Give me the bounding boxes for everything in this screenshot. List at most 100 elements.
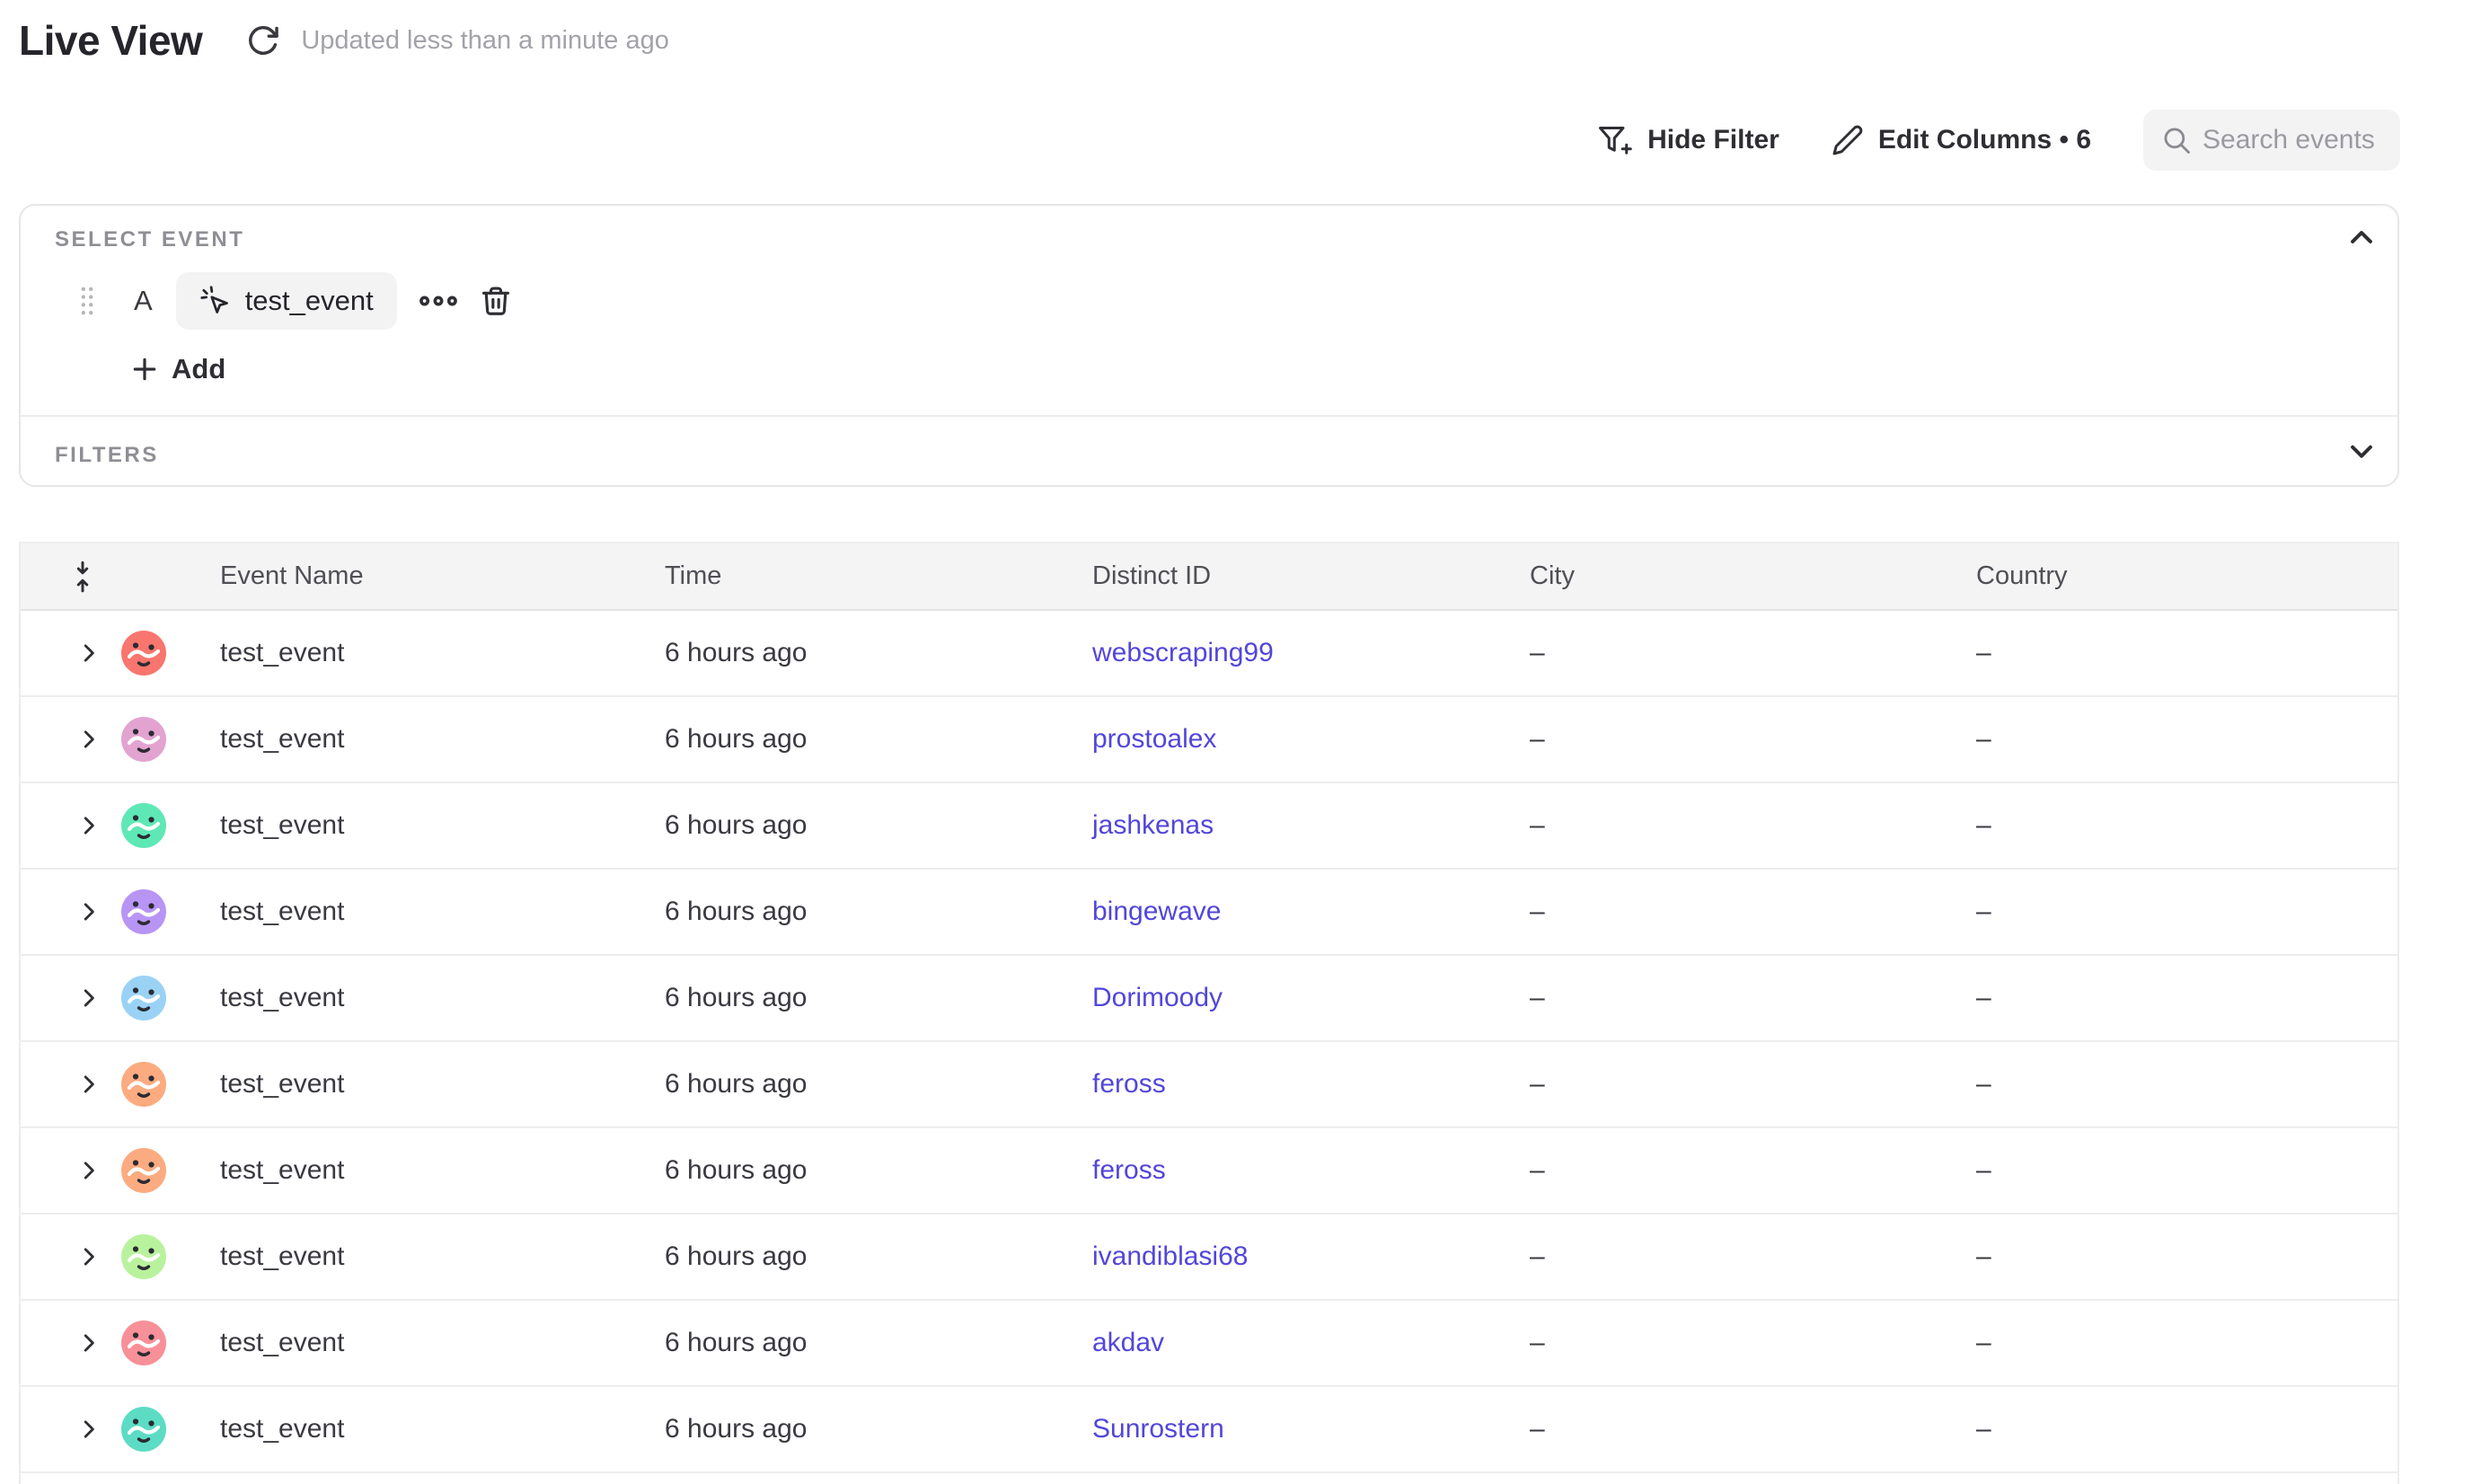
collapse-section-button[interactable] — [2342, 220, 2381, 256]
row-expand-button[interactable] — [71, 721, 107, 757]
chevron-right-icon — [77, 1073, 101, 1096]
event-row: A test_event — [78, 272, 517, 330]
event-name-cell: test_event — [220, 1241, 665, 1272]
column-header-event-name: Event Name — [220, 561, 665, 591]
drag-handle[interactable] — [78, 283, 100, 319]
table-row: test_event 6 hours ago Sunrostern – – — [21, 1387, 2397, 1473]
chevron-down-icon — [2346, 436, 2377, 466]
column-header-country: Country — [1976, 561, 2397, 591]
table-row: test_event 6 hours ago akdav – – — [21, 1301, 2397, 1387]
chevron-right-icon — [77, 814, 101, 837]
search-icon — [2161, 125, 2192, 155]
distinct-id-link[interactable]: akdav — [1092, 1328, 1164, 1357]
city-cell: – — [1530, 724, 1976, 755]
table-row: test_event 6 hours ago Dorimoody – – — [21, 956, 2397, 1042]
chevron-up-icon — [2346, 222, 2377, 252]
user-avatar — [121, 803, 220, 848]
chevron-right-icon — [77, 900, 101, 923]
event-chip[interactable]: test_event — [176, 272, 397, 330]
hide-filter-button[interactable]: Hide Filter — [1597, 124, 1779, 156]
time-cell: 6 hours ago — [665, 1328, 1092, 1358]
pencil-icon — [1832, 124, 1864, 156]
search-box — [2143, 110, 2400, 171]
row-expand-button[interactable] — [71, 808, 107, 844]
city-cell: – — [1530, 1241, 1976, 1272]
collapse-all-button[interactable] — [71, 560, 94, 594]
column-header-distinct-id: Distinct ID — [1092, 561, 1530, 591]
expand-filters-button[interactable] — [2342, 434, 2381, 470]
user-avatar — [121, 1321, 220, 1365]
hide-filter-label: Hide Filter — [1647, 125, 1779, 155]
plus-icon — [130, 355, 159, 384]
time-cell: 6 hours ago — [665, 897, 1092, 927]
distinct-id-link[interactable]: feross — [1092, 1155, 1166, 1185]
column-header-city: City — [1530, 561, 1976, 591]
query-builder-card: SELECT EVENT A test_event — [19, 204, 2399, 487]
distinct-id-link[interactable]: prostoalex — [1092, 724, 1216, 754]
distinct-id-link[interactable]: ivandiblasi68 — [1092, 1241, 1248, 1271]
distinct-id-link[interactable]: Sunrostern — [1092, 1414, 1224, 1444]
row-expand-button[interactable] — [71, 1239, 107, 1275]
toolbar: Hide Filter Edit Columns • 6 — [1597, 108, 2400, 172]
country-cell: – — [1976, 983, 2397, 1013]
row-expand-button[interactable] — [71, 1153, 107, 1188]
user-avatar — [121, 1062, 220, 1107]
distinct-id-link[interactable]: webscraping99 — [1092, 638, 1274, 667]
event-name-cell: test_event — [220, 1328, 665, 1358]
country-cell: – — [1976, 724, 2397, 755]
time-cell: 6 hours ago — [665, 724, 1092, 755]
time-cell: 6 hours ago — [665, 1069, 1092, 1100]
page-header: Live View Updated less than a minute ago — [19, 16, 669, 65]
distinct-id-link[interactable]: Dorimoody — [1092, 983, 1223, 1012]
more-options-button[interactable] — [417, 279, 460, 322]
add-row: Add — [130, 342, 225, 396]
refresh-button[interactable] — [243, 21, 283, 60]
event-name-cell: test_event — [220, 897, 665, 927]
series-letter: A — [134, 285, 153, 317]
table-body: test_event 6 hours ago webscraping99 – – — [21, 611, 2397, 1482]
table-row: test_event 6 hours ago feross – – — [21, 1042, 2397, 1128]
distinct-id-link[interactable]: bingewave — [1092, 897, 1221, 926]
table-header: Event Name Time Distinct ID City Country — [21, 542, 2397, 611]
country-cell: – — [1976, 1414, 2397, 1444]
city-cell: – — [1530, 810, 1976, 841]
time-cell: 6 hours ago — [665, 1241, 1092, 1272]
column-header-time: Time — [665, 561, 1092, 591]
delete-event-button[interactable] — [474, 279, 517, 322]
event-name-cell: test_event — [220, 1069, 665, 1100]
country-cell: – — [1976, 638, 2397, 668]
distinct-id-link[interactable]: jashkenas — [1092, 810, 1214, 840]
chevron-right-icon — [77, 986, 101, 1010]
city-cell: – — [1530, 1414, 1976, 1444]
city-cell: – — [1530, 1069, 1976, 1100]
user-avatar — [121, 717, 220, 762]
country-cell: – — [1976, 897, 2397, 927]
user-avatar — [121, 1148, 220, 1193]
user-avatar — [121, 1407, 220, 1452]
chevron-right-icon — [77, 1418, 101, 1441]
row-expand-button[interactable] — [71, 894, 107, 930]
edit-columns-label: Edit Columns • 6 — [1878, 125, 2091, 155]
city-cell: – — [1530, 897, 1976, 927]
time-cell: 6 hours ago — [665, 1414, 1092, 1444]
updated-status: Updated less than a minute ago — [301, 26, 669, 56]
page-title: Live View — [19, 16, 202, 65]
refresh-icon — [246, 23, 280, 57]
trash-icon — [479, 284, 513, 318]
row-expand-button[interactable] — [71, 1411, 107, 1447]
add-event-button[interactable]: Add — [130, 342, 225, 396]
ellipsis-icon — [419, 292, 457, 310]
event-name-cell: test_event — [220, 983, 665, 1013]
row-expand-button[interactable] — [71, 1325, 107, 1361]
table-row: test_event 6 hours ago bingewave – – — [21, 870, 2397, 956]
distinct-id-link[interactable]: feross — [1092, 1069, 1166, 1099]
row-expand-button[interactable] — [71, 980, 107, 1016]
row-expand-button[interactable] — [71, 1066, 107, 1102]
row-expand-button[interactable] — [71, 635, 107, 671]
chevron-right-icon — [77, 1245, 101, 1268]
city-cell: – — [1530, 983, 1976, 1013]
time-cell: 6 hours ago — [665, 983, 1092, 1013]
edit-columns-button[interactable]: Edit Columns • 6 — [1832, 124, 2091, 156]
table-row-partial — [21, 1473, 2397, 1482]
filters-label: FILTERS — [55, 443, 159, 468]
